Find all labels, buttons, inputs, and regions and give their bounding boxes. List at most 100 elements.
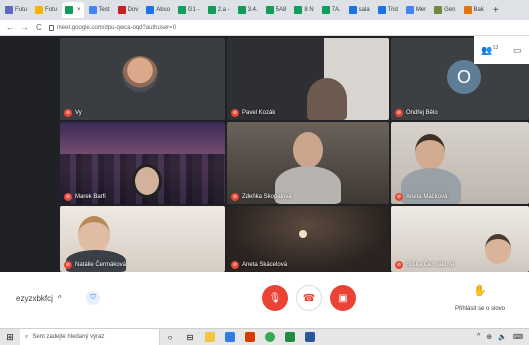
browser-tab[interactable]: Test bbox=[86, 2, 113, 18]
tab-favicon-icon bbox=[321, 6, 330, 14]
keyboard-icon[interactable]: ⌨ bbox=[513, 333, 523, 341]
participant-head bbox=[485, 234, 511, 264]
name-chip: ⊘ Eliška Čermáková bbox=[395, 261, 454, 269]
chat-icon[interactable]: ▭ bbox=[513, 45, 522, 56]
participant-tile[interactable]: ⊘ Aneta Skácelová bbox=[227, 206, 389, 272]
taskbar-search[interactable]: ⌕ Sem zadejte hledaný výraz bbox=[20, 328, 160, 345]
tab-label: Bak bbox=[473, 7, 484, 13]
tab-label: Mer bbox=[415, 7, 427, 13]
browser-tab[interactable]: Gen bbox=[431, 2, 458, 18]
participant-tile[interactable]: ⊘ Aneta Mačková bbox=[391, 122, 529, 204]
hangup-button[interactable]: ☎ bbox=[296, 285, 322, 311]
self-avatar bbox=[122, 56, 158, 92]
tab-favicon-icon bbox=[434, 6, 443, 14]
browser-tab[interactable]: 8 N bbox=[291, 2, 316, 18]
search-icon: ⌕ bbox=[25, 333, 29, 340]
mic-off-icon: ⊘ bbox=[64, 261, 72, 269]
windows-taskbar: ⊞ ⌕ Sem zadejte hledaný výraz ○ ⊟ ^ ⊕ 🔈 … bbox=[0, 328, 529, 345]
url-text: meet.google.com/dpu-qwca-oqd?authuser=0 bbox=[56, 24, 177, 31]
name-chip: ⊘ Zdeňka Skopalová bbox=[231, 193, 292, 201]
participant-tile[interactable]: ⊘ Marek Barfi bbox=[60, 122, 225, 204]
browser-tab[interactable]: Trid bbox=[375, 2, 401, 18]
browser-tab[interactable]: Dov bbox=[115, 2, 142, 18]
tab-favicon-icon bbox=[377, 6, 386, 14]
microphone-toggle-button[interactable]: 🎙 bbox=[262, 285, 288, 311]
tab-favicon-icon bbox=[146, 6, 155, 14]
browser-tab[interactable]: Futu bbox=[32, 2, 60, 18]
hand-icon: ✋ bbox=[473, 285, 487, 297]
back-button[interactable]: ← bbox=[6, 23, 14, 32]
search-placeholder: Sem zadejte hledaný výraz bbox=[32, 334, 105, 340]
meeting-details[interactable]: ezyzxbkfcj ^ bbox=[16, 294, 62, 303]
browser-tab[interactable]: sala bbox=[346, 2, 373, 18]
tab-favicon-icon bbox=[463, 6, 472, 14]
browser-tab[interactable]: 2.a - bbox=[205, 2, 233, 18]
name-chip: ⊘ Marek Barfi bbox=[64, 193, 106, 201]
screen: Futu Futu × Test Dov Abso G1 - 2.a - 3.4. 5A8 8 N 7… bbox=[0, 0, 529, 345]
mic-off-icon: ⊘ bbox=[395, 109, 403, 117]
mic-off-icon: ⊘ bbox=[395, 193, 403, 201]
participant-tile[interactable]: ⊘ Zdeňka Skopalová bbox=[227, 122, 389, 204]
participant-name: Pavel Kozák bbox=[242, 110, 276, 116]
mic-off-icon: ⊘ bbox=[64, 193, 72, 201]
store-icon[interactable] bbox=[220, 332, 240, 342]
participant-tile[interactable]: ⊘ Pavel Kozák bbox=[227, 38, 389, 120]
meet-stage: ⊘ Vy ⊘ Pavel Kozák O ⊘ Ondřej Bělo ⊘ Mar… bbox=[0, 36, 529, 272]
browser-tab[interactable]: Futu bbox=[2, 2, 30, 18]
task-switch-icon[interactable]: ⊟ bbox=[180, 333, 200, 342]
participant-tile-self[interactable]: ⊘ Vy bbox=[60, 38, 225, 120]
hangup-icon: ☎ bbox=[302, 292, 316, 304]
participant-head bbox=[78, 216, 110, 254]
task-view-icon[interactable]: ○ bbox=[160, 333, 180, 342]
forward-button[interactable]: → bbox=[21, 23, 29, 32]
network-icon[interactable]: ⊕ bbox=[486, 333, 492, 341]
participant-tile[interactable]: ⊘ Natálie Čermáková bbox=[60, 206, 225, 272]
browser-tab[interactable]: 7A. bbox=[319, 2, 344, 18]
tray-chevron-icon[interactable]: ^ bbox=[477, 333, 480, 341]
tab-label: 5A8 bbox=[275, 7, 287, 13]
meet-side-panel: 👥13 ▭ bbox=[474, 36, 529, 64]
browser-tab[interactable]: G1 - bbox=[175, 2, 203, 18]
participant-tile[interactable]: ⊘ Eliška Čermáková bbox=[391, 206, 529, 272]
participant-name: Marek Barfi bbox=[75, 194, 106, 200]
new-tab-button[interactable]: + bbox=[489, 5, 503, 16]
tab-close-icon[interactable]: × bbox=[77, 7, 81, 13]
tab-favicon-icon bbox=[348, 6, 357, 14]
tab-favicon-icon bbox=[5, 6, 13, 14]
people-icon[interactable]: 👥13 bbox=[481, 45, 498, 56]
mic-off-icon: ⊘ bbox=[231, 261, 239, 269]
raise-hand-button[interactable]: ✋ Přihlásit se o slovo bbox=[445, 284, 515, 315]
chrome-icon[interactable] bbox=[260, 332, 280, 342]
chevron-up-icon[interactable]: ^ bbox=[58, 294, 62, 303]
tab-favicon-icon bbox=[35, 6, 44, 14]
browser-tab[interactable]: 3.4. bbox=[235, 2, 261, 18]
windows-start-icon[interactable]: ⊞ bbox=[0, 332, 20, 343]
tab-label: Futu bbox=[15, 7, 28, 13]
participant-name: Aneta Mačková bbox=[406, 194, 448, 200]
browser-tab[interactable]: × bbox=[62, 2, 84, 18]
tab-favicon-icon bbox=[117, 6, 126, 14]
browser-tab[interactable]: Mer bbox=[403, 2, 429, 18]
file-explorer-icon[interactable] bbox=[200, 332, 220, 342]
tab-label: Gen bbox=[444, 7, 456, 13]
browser-tab[interactable]: Bak bbox=[461, 2, 487, 18]
word-icon[interactable] bbox=[300, 332, 320, 342]
participant-name: Natálie Čermáková bbox=[75, 262, 127, 268]
camera-toggle-button[interactable]: ▣ bbox=[330, 285, 356, 311]
system-tray: ^ ⊕ 🔈 ⌨ bbox=[477, 333, 529, 341]
url-field[interactable]: meet.google.com/dpu-qwca-oqd?authuser=0 bbox=[48, 24, 177, 31]
reload-button[interactable]: C bbox=[36, 23, 42, 32]
tab-favicon-icon bbox=[177, 6, 186, 14]
tab-favicon-icon bbox=[405, 6, 414, 14]
participant-head bbox=[293, 132, 323, 168]
mic-off-icon: ⊘ bbox=[395, 261, 403, 269]
app-icon-green[interactable] bbox=[280, 332, 300, 342]
browser-tab[interactable]: Abso bbox=[143, 2, 173, 18]
volume-icon[interactable]: 🔈 bbox=[498, 333, 507, 341]
shield-icon[interactable]: ⛉ bbox=[86, 291, 100, 305]
tab-label: G1 - bbox=[187, 7, 200, 13]
browser-tab[interactable]: 5A8 bbox=[263, 2, 290, 18]
office-icon[interactable] bbox=[240, 332, 260, 342]
meeting-code: ezyzxbkfcj bbox=[16, 294, 53, 303]
browser-tab-strip: Futu Futu × Test Dov Abso G1 - 2.a - 3.4. 5A8 8 N 7… bbox=[0, 0, 529, 20]
